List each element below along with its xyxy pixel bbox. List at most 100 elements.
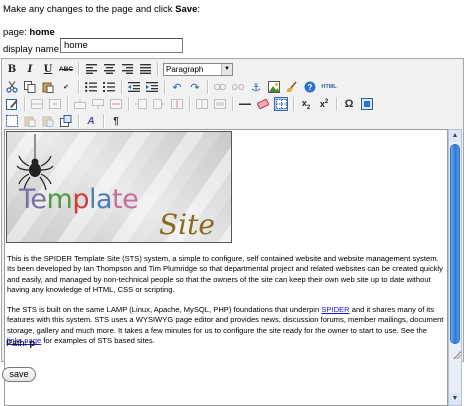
table-cell-props-button[interactable] xyxy=(48,97,62,111)
undo-icon: ↶ xyxy=(172,81,182,94)
cut-button[interactable] xyxy=(5,80,19,94)
scroll-down-icon[interactable]: ▼ xyxy=(449,393,461,405)
indent-button[interactable] xyxy=(145,80,159,94)
image-icon xyxy=(268,81,280,93)
broom-icon xyxy=(286,81,297,92)
undo-button[interactable]: ↶ xyxy=(170,80,184,94)
spider-link[interactable]: SPIDER xyxy=(321,305,349,314)
content-scrollbar[interactable]: ▲ ▼ xyxy=(448,129,462,406)
align-left-icon xyxy=(85,64,97,74)
link-button[interactable] xyxy=(213,80,227,94)
copy-button[interactable] xyxy=(23,80,37,94)
table-row-props-button[interactable] xyxy=(30,97,44,111)
align-center-icon xyxy=(103,64,115,74)
toolbar-separator xyxy=(24,97,26,111)
visual-aid-button[interactable] xyxy=(274,97,288,111)
align-left-button[interactable] xyxy=(84,62,98,76)
svg-text:?: ? xyxy=(308,83,313,92)
horizontal-rule-button[interactable] xyxy=(238,97,252,111)
numbered-list-button[interactable] xyxy=(102,80,116,94)
paste-button[interactable] xyxy=(41,80,55,94)
delete-row-button[interactable] xyxy=(109,97,123,111)
help-icon: ? xyxy=(304,81,316,93)
row-after-icon xyxy=(92,99,104,109)
scroll-up-icon[interactable]: ▲ xyxy=(449,130,461,142)
table-row-icon xyxy=(31,99,43,109)
redo-button[interactable]: ↷ xyxy=(188,80,202,94)
cleanup-button[interactable] xyxy=(285,80,299,94)
toolbar-separator xyxy=(103,114,105,128)
spellcheck-button[interactable]: ✔ xyxy=(59,80,73,94)
bullet-list-icon xyxy=(85,82,97,92)
merge-cells-button[interactable] xyxy=(213,97,227,111)
bullet-list-button[interactable] xyxy=(84,80,98,94)
outdent-button[interactable] xyxy=(127,80,141,94)
italic-button[interactable]: I xyxy=(23,62,37,76)
subscript-button[interactable]: x2 xyxy=(299,97,313,111)
insert-col-before-button[interactable] xyxy=(134,97,148,111)
strikethrough-button[interactable]: ABC xyxy=(59,62,73,76)
path-value[interactable]: p xyxy=(30,338,36,348)
anchor-button[interactable]: ⚓ xyxy=(249,80,263,94)
select-all-button[interactable] xyxy=(5,114,19,128)
image-button[interactable] xyxy=(267,80,281,94)
paste-text-button[interactable] xyxy=(23,114,37,128)
toolbar-separator xyxy=(293,97,295,111)
paste-word-icon xyxy=(42,116,54,127)
edit-icon xyxy=(6,99,18,110)
insert-col-after-button[interactable] xyxy=(152,97,166,111)
spellcheck-icon: ✔ xyxy=(63,84,69,91)
help-button[interactable]: ? xyxy=(303,80,317,94)
style-props-button[interactable]: A xyxy=(84,114,98,128)
split-cells-button[interactable] xyxy=(195,97,209,111)
paste-word-button[interactable] xyxy=(41,114,55,128)
remove-format-button[interactable] xyxy=(256,97,270,111)
content-paragraph-2: The STS is built on the same LAMP (Linux… xyxy=(7,305,444,346)
unlink-button[interactable] xyxy=(231,80,245,94)
align-justify-button[interactable] xyxy=(138,62,152,76)
eraser-icon xyxy=(257,98,269,110)
merge-cells-icon xyxy=(214,99,226,109)
delete-col-icon xyxy=(171,99,183,109)
table-cell-icon xyxy=(49,99,61,109)
toolbar-separator xyxy=(78,80,80,94)
banner-site-text: Site xyxy=(159,208,215,241)
indent-icon xyxy=(146,82,158,92)
align-center-button[interactable] xyxy=(102,62,116,76)
link-icon xyxy=(214,84,226,90)
chevron-down-icon: ▼ xyxy=(221,63,232,75)
scroll-thumb[interactable] xyxy=(450,144,460,344)
editor-content-area[interactable]: Template Site This is the SPIDER Templat… xyxy=(4,129,448,406)
underline-button[interactable]: U xyxy=(41,62,55,76)
toolbar-separator xyxy=(164,80,166,94)
bold-button[interactable]: B xyxy=(5,62,19,76)
wysiwyg-editor: B I U ABC Paragraph ▼ ✔ ↶ ↷ ⚓ ? HTML x2 … xyxy=(1,58,464,406)
toolbar-row-4: A ¶ xyxy=(5,112,127,130)
superscript-icon: x2 xyxy=(319,99,329,109)
toolbar-separator xyxy=(189,97,191,111)
format-select[interactable]: Paragraph ▼ xyxy=(163,62,233,76)
layer-icon xyxy=(60,115,72,127)
toolbar-separator xyxy=(232,97,234,111)
media-button[interactable] xyxy=(360,97,374,111)
edit-css-button[interactable] xyxy=(5,97,19,111)
insert-layer-button[interactable] xyxy=(59,114,73,128)
split-cells-icon xyxy=(196,99,208,109)
page-label: page: xyxy=(3,27,30,38)
html-source-button[interactable]: HTML xyxy=(321,80,337,94)
toolbar-row-2: ✔ ↶ ↷ ⚓ ? HTML xyxy=(5,78,341,96)
special-char-button[interactable]: Ω xyxy=(342,97,356,111)
insert-row-before-button[interactable] xyxy=(73,97,87,111)
show-blocks-button[interactable]: ¶ xyxy=(109,114,123,128)
resize-handle[interactable] xyxy=(453,351,461,359)
instructions-prefix: Make any changes to the page and click xyxy=(3,4,176,15)
insert-row-after-button[interactable] xyxy=(91,97,105,111)
page-name-line: page: home xyxy=(3,27,55,38)
toolbar-separator xyxy=(78,62,80,76)
delete-col-button[interactable] xyxy=(170,97,184,111)
template-site-banner-image: Template Site xyxy=(6,131,232,243)
superscript-button[interactable]: x2 xyxy=(317,97,331,111)
display-name-input[interactable] xyxy=(60,38,183,53)
save-button[interactable]: save xyxy=(2,367,36,382)
align-right-button[interactable] xyxy=(120,62,134,76)
